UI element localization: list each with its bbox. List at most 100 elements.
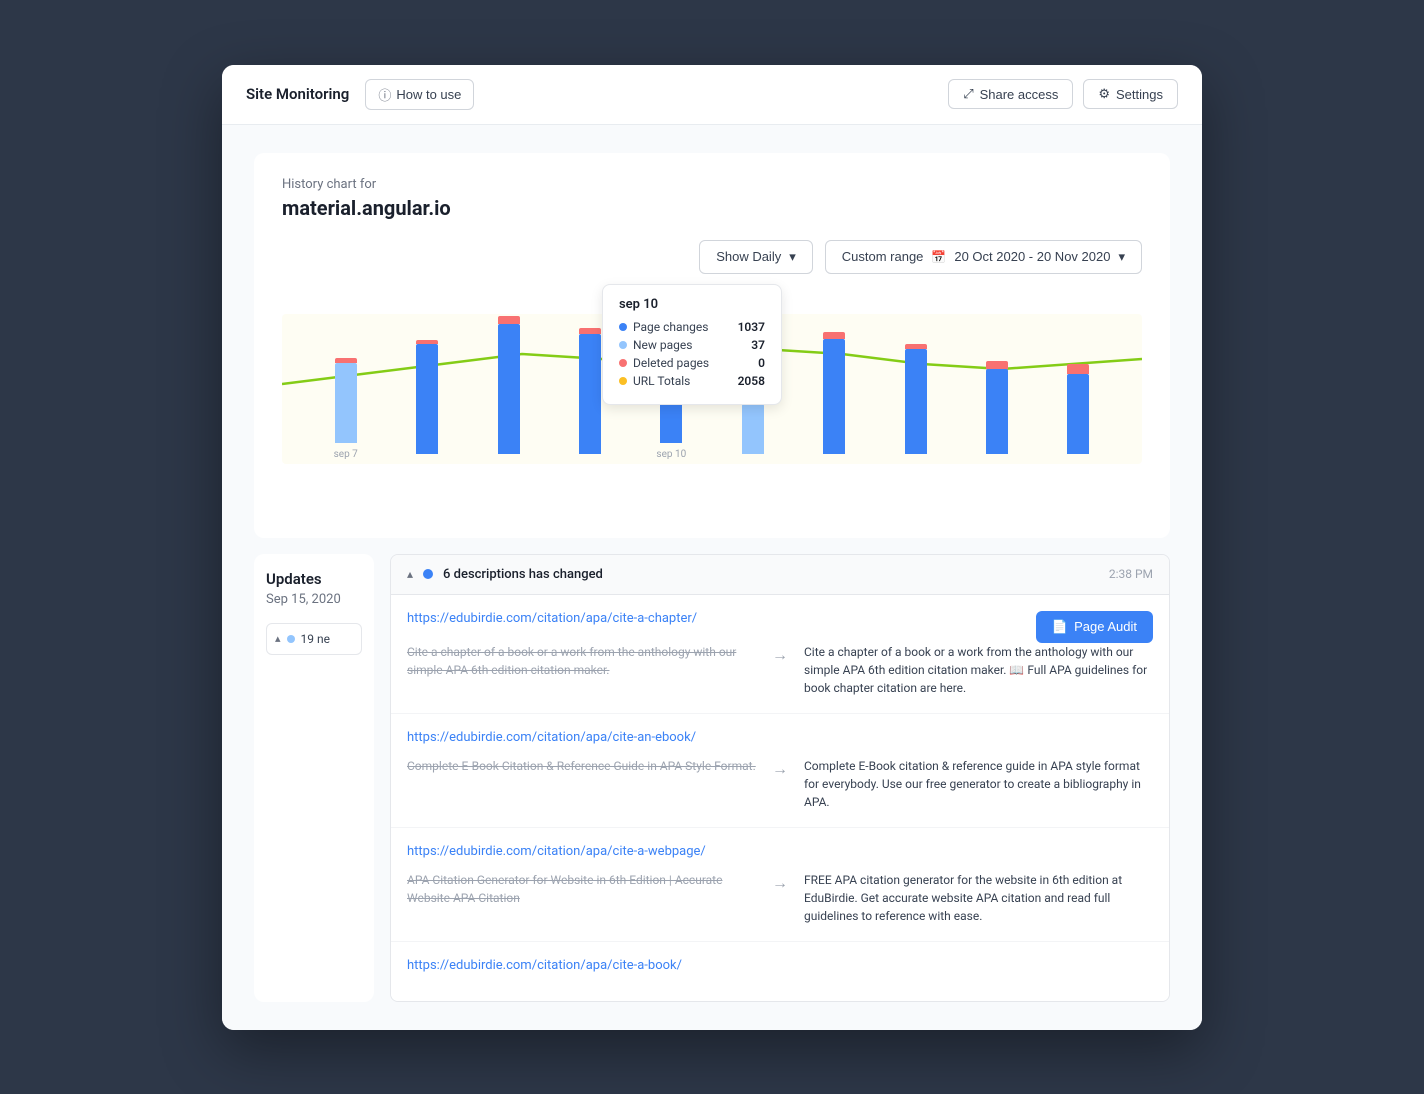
bar-group xyxy=(715,399,790,460)
change-content: APA Citation Generator for Website in 6t… xyxy=(407,871,1153,925)
share-icon: ⤢ xyxy=(963,86,973,102)
content: History chart for material.angular.io Sh… xyxy=(222,125,1202,1030)
arrow-right-icon: → xyxy=(772,873,788,893)
document-icon: 📄 xyxy=(1052,619,1068,635)
change-group-left: ▴ 6 descriptions has changed xyxy=(407,567,603,582)
updates-wrapper: Updates Sep 15, 2020 ▴ 19 ne ▴ 6 d xyxy=(254,554,1170,1002)
change-content: Cite a chapter of a book or a work from … xyxy=(407,643,1153,697)
arrow-right-icon: → xyxy=(772,759,788,779)
show-daily-dropdown[interactable]: Show Daily ▾ xyxy=(699,240,813,274)
updates-main: ▴ 6 descriptions has changed 2:38 PM htt… xyxy=(390,554,1170,1002)
change-before: APA Citation Generator for Website in 6t… xyxy=(407,871,756,907)
header-right: ⤢ Share access ⚙ Settings xyxy=(948,79,1178,109)
change-panel: https://edubirdie.com/citation/apa/cite-… xyxy=(391,595,1169,1001)
chart-controls: Show Daily ▾ Custom range 📅 20 Oct 2020 … xyxy=(282,240,1142,274)
updates-sidebar-date: Sep 15, 2020 xyxy=(266,592,362,607)
bar-stack xyxy=(1067,359,1089,454)
bar-stack xyxy=(416,334,438,454)
chevron-icon: ▴ xyxy=(275,632,281,645)
change-item: https://edubirdie.com/citation/apa/cite-… xyxy=(391,714,1169,828)
arrow-right-icon: → xyxy=(772,645,788,665)
change-before: Complete E-Book Citation & Reference Gui… xyxy=(407,757,756,775)
change-after: Complete E-Book citation & reference gui… xyxy=(804,757,1153,811)
tooltip-label-wrap: Page changes xyxy=(619,320,708,334)
info-icon: ⓘ xyxy=(378,85,391,104)
chevron-down-icon: ▾ xyxy=(789,249,796,265)
update-badge: 19 ne xyxy=(301,632,330,646)
updates-sidebar-header: Updates xyxy=(266,570,362,588)
tooltip-value: 0 xyxy=(758,356,765,370)
bar-stack xyxy=(498,314,520,454)
show-daily-label: Show Daily xyxy=(716,249,781,264)
bar-stack xyxy=(905,339,927,454)
change-item: https://edubirdie.com/citation/apa/cite-… xyxy=(391,595,1169,714)
bar-group: sep 7 xyxy=(308,353,383,460)
how-to-use-label: How to use xyxy=(396,87,461,102)
history-label: History chart for xyxy=(282,177,1142,192)
tooltip-row: Deleted pages 0 xyxy=(619,356,765,370)
change-group-header[interactable]: ▴ 6 descriptions has changed 2:38 PM xyxy=(391,555,1169,595)
page-audit-button[interactable]: 📄 Page Audit xyxy=(1036,611,1153,643)
tooltip-value: 2058 xyxy=(738,374,765,388)
change-before: Cite a chapter of a book or a work from … xyxy=(407,643,756,679)
tooltip-label: Deleted pages xyxy=(633,356,709,370)
change-url[interactable]: https://edubirdie.com/citation/apa/cite-… xyxy=(407,958,1153,973)
header-left: Site Monitoring ⓘ How to use xyxy=(246,79,474,110)
tooltip-label: URL Totals xyxy=(633,374,690,388)
change-item-top: https://edubirdie.com/citation/apa/cite-… xyxy=(407,611,1153,643)
chevron-up-icon: ▴ xyxy=(407,567,413,581)
tooltip-value: 1037 xyxy=(738,320,765,334)
change-item: https://edubirdie.com/citation/apa/cite-… xyxy=(391,828,1169,942)
tooltip-label-wrap: Deleted pages xyxy=(619,356,709,370)
tooltip-date: sep 10 xyxy=(619,297,765,312)
main-window: Site Monitoring ⓘ How to use ⤢ Share acc… xyxy=(222,65,1202,1030)
bar-stack xyxy=(579,324,601,454)
change-after: Cite a chapter of a book or a work from … xyxy=(804,643,1153,697)
domain-title: material.angular.io xyxy=(282,196,1142,220)
bar-label: sep 10 xyxy=(656,449,686,460)
date-range-value: 20 Oct 2020 - 20 Nov 2020 xyxy=(954,249,1110,264)
bar-group xyxy=(471,314,546,460)
header: Site Monitoring ⓘ How to use ⤢ Share acc… xyxy=(222,65,1202,125)
change-time: 2:38 PM xyxy=(1109,567,1153,581)
bar-group xyxy=(389,334,464,460)
share-access-button[interactable]: ⤢ Share access xyxy=(948,79,1073,109)
bar-group xyxy=(1041,359,1116,460)
bar-stack xyxy=(823,329,845,454)
tooltip-dot xyxy=(619,377,627,385)
change-group: ▴ 6 descriptions has changed 2:38 PM htt… xyxy=(390,554,1170,1002)
updates-sidebar-item[interactable]: ▴ 19 ne xyxy=(266,623,362,655)
bar-label: sep 7 xyxy=(334,449,358,460)
change-item: https://edubirdie.com/citation/apa/cite-… xyxy=(391,942,1169,1001)
date-range-dropdown[interactable]: Custom range 📅 20 Oct 2020 - 20 Nov 2020… xyxy=(825,240,1142,274)
settings-button[interactable]: ⚙ Settings xyxy=(1083,79,1178,109)
tooltip-dot xyxy=(619,359,627,367)
tooltip-dot xyxy=(619,341,627,349)
bar-group xyxy=(878,339,953,460)
chart-container: sep 7 xyxy=(282,294,1142,494)
bar-group xyxy=(796,329,871,460)
tooltip-row: New pages 37 xyxy=(619,338,765,352)
change-url[interactable]: https://edubirdie.com/citation/apa/cite-… xyxy=(407,611,697,626)
change-url[interactable]: https://edubirdie.com/citation/apa/cite-… xyxy=(407,844,1153,859)
tooltip-dot xyxy=(619,323,627,331)
page-audit-label: Page Audit xyxy=(1074,619,1137,634)
update-dot xyxy=(287,635,295,643)
settings-icon: ⚙ xyxy=(1098,86,1110,102)
tooltip-row: URL Totals 2058 xyxy=(619,374,765,388)
change-after: FREE APA citation generator for the webs… xyxy=(804,871,1153,925)
tooltip-label-wrap: New pages xyxy=(619,338,692,352)
tooltip-row: Page changes 1037 xyxy=(619,320,765,334)
change-dot xyxy=(423,569,433,579)
how-to-use-button[interactable]: ⓘ How to use xyxy=(365,79,474,110)
tooltip-label: Page changes xyxy=(633,320,708,334)
change-content: Complete E-Book Citation & Reference Gui… xyxy=(407,757,1153,811)
updates-sidebar: Updates Sep 15, 2020 ▴ 19 ne xyxy=(254,554,374,1002)
chart-tooltip: sep 10 Page changes 1037 New pages xyxy=(602,284,782,405)
bar-stack xyxy=(742,399,764,454)
change-url[interactable]: https://edubirdie.com/citation/apa/cite-… xyxy=(407,730,1153,745)
date-range-label: Custom range xyxy=(842,249,924,264)
site-title: Site Monitoring xyxy=(246,85,349,103)
change-group-title: 6 descriptions has changed xyxy=(443,567,603,582)
tooltip-label: New pages xyxy=(633,338,692,352)
